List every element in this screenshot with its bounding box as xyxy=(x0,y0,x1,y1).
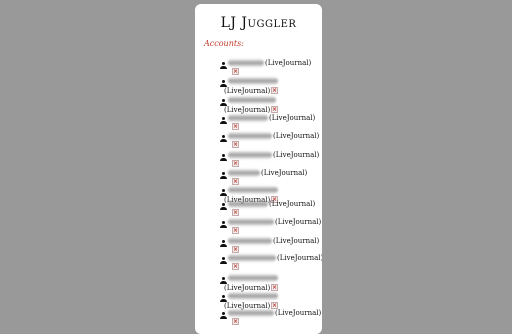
delete-account-icon[interactable]: × xyxy=(232,263,239,270)
account-service-label: (LiveJournal) xyxy=(275,309,322,317)
delete-account-icon[interactable]: × xyxy=(232,141,239,148)
account-item: (LiveJournal) × xyxy=(220,309,322,327)
account-username-redacted[interactable] xyxy=(228,218,274,226)
account-item: (LiveJournal) × xyxy=(220,169,320,187)
account-item: (LiveJournal) × xyxy=(220,114,320,132)
account-username-redacted[interactable] xyxy=(228,59,264,67)
account-service-label: (LiveJournal) xyxy=(224,106,271,114)
delete-account-icon[interactable]: × xyxy=(232,227,239,234)
user-icon xyxy=(220,203,227,211)
delete-account-icon[interactable]: × xyxy=(232,68,239,75)
account-username-redacted[interactable] xyxy=(228,169,260,177)
delete-account-icon[interactable]: × xyxy=(232,318,239,325)
account-service-label: (LiveJournal) xyxy=(273,237,320,245)
delete-account-icon[interactable]: × xyxy=(232,160,239,167)
delete-account-icon[interactable]: × xyxy=(271,302,278,309)
user-icon xyxy=(220,240,227,248)
user-icon xyxy=(220,154,227,162)
account-item: (LiveJournal) × xyxy=(220,254,322,272)
user-icon xyxy=(220,312,227,320)
user-icon xyxy=(220,221,227,229)
account-service-label: (LiveJournal) xyxy=(265,59,312,67)
account-username-redacted[interactable] xyxy=(228,274,278,282)
account-item: (LiveJournal)× xyxy=(220,274,320,292)
user-icon xyxy=(220,135,227,143)
account-service-label: (LiveJournal) xyxy=(277,254,322,262)
account-service-label: (LiveJournal) xyxy=(273,132,320,140)
user-icon xyxy=(220,257,227,265)
user-icon xyxy=(220,172,227,180)
account-username-redacted[interactable] xyxy=(228,254,276,262)
account-username-redacted[interactable] xyxy=(228,151,272,159)
account-item: (LiveJournal) × xyxy=(220,59,320,77)
account-item: (LiveJournal) × xyxy=(220,200,320,218)
account-username-redacted[interactable] xyxy=(228,292,278,300)
account-username-redacted[interactable] xyxy=(228,237,272,245)
accounts-heading: Accounts: xyxy=(204,39,244,48)
account-service-label: (LiveJournal) xyxy=(261,169,308,177)
account-item: (LiveJournal) × xyxy=(220,218,322,236)
account-item: (LiveJournal) × xyxy=(220,237,320,255)
delete-account-icon[interactable]: × xyxy=(271,284,278,291)
account-service-label: (LiveJournal) xyxy=(269,200,316,208)
account-username-redacted[interactable] xyxy=(228,309,274,317)
account-item: (LiveJournal)× xyxy=(220,292,320,310)
user-icon xyxy=(220,117,227,125)
account-item: (LiveJournal) × xyxy=(220,132,320,150)
account-username-redacted[interactable] xyxy=(228,77,278,85)
account-username-redacted[interactable] xyxy=(228,186,278,194)
account-username-redacted[interactable] xyxy=(228,96,276,104)
account-service-label: (LiveJournal) xyxy=(224,284,271,292)
delete-account-icon[interactable]: × xyxy=(232,209,239,216)
delete-account-icon[interactable]: × xyxy=(232,123,239,130)
delete-account-icon[interactable]: × xyxy=(271,87,278,94)
account-username-redacted[interactable] xyxy=(228,114,268,122)
account-service-label: (LiveJournal) xyxy=(269,114,316,122)
account-username-redacted[interactable] xyxy=(228,132,272,140)
delete-account-icon[interactable]: × xyxy=(232,246,239,253)
account-item: (LiveJournal) × xyxy=(220,151,320,169)
account-service-label: (LiveJournal) xyxy=(273,151,320,159)
popup-panel: LJ Juggler Accounts: (LiveJournal) × (Live… xyxy=(195,4,322,334)
account-service-label: (LiveJournal) xyxy=(275,218,322,226)
account-item: (LiveJournal)× xyxy=(220,96,320,114)
app-title: LJ Juggler xyxy=(220,15,297,31)
delete-account-icon[interactable]: × xyxy=(232,178,239,185)
account-username-redacted[interactable] xyxy=(228,200,268,208)
user-icon xyxy=(220,62,227,70)
account-service-label: (LiveJournal) xyxy=(224,87,271,95)
delete-account-icon[interactable]: × xyxy=(271,106,278,113)
account-item: (LiveJournal)× xyxy=(220,77,320,95)
